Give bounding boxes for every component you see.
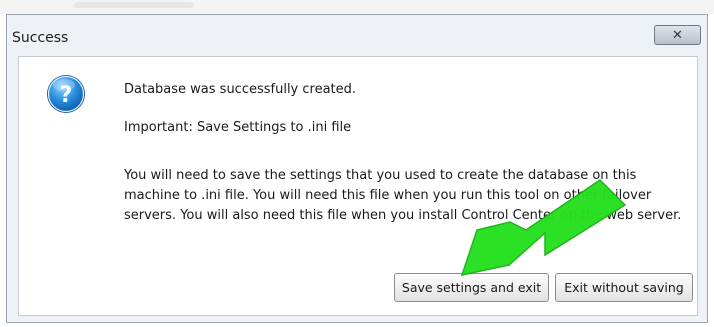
message-details: You will need to save the settings that … [124,168,682,223]
close-button[interactable]: ✕ [654,25,701,45]
close-icon: ✕ [672,27,683,43]
dialog-content: ? Database was successfully created. Imp… [18,56,698,316]
question-icon: ? [47,75,85,113]
exit-without-saving-button[interactable]: Exit without saving [555,273,693,302]
background-window-strip [0,0,714,14]
svg-text:?: ? [60,83,73,108]
save-settings-and-exit-button[interactable]: Save settings and exit [394,273,549,302]
success-dialog: Success ✕ ? Database was successfully cr… [6,14,708,323]
dialog-title: Success [12,30,69,46]
background-window-blur [74,2,194,8]
message-success: Database was successfully created. [124,82,357,97]
dialog-titlebar[interactable]: Success ✕ [7,15,707,55]
message-important: Important: Save Settings to .ini file [124,120,352,135]
